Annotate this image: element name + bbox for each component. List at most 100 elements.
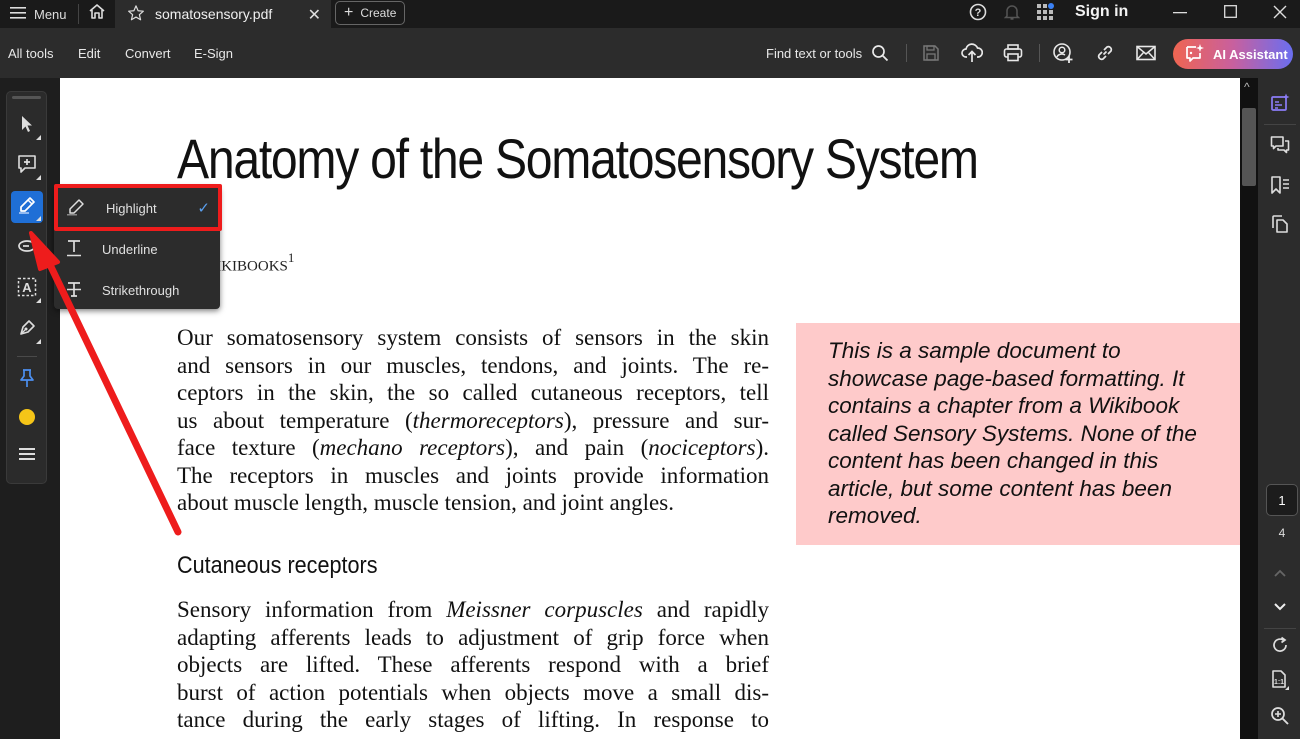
document-tab[interactable]: somatosensory.pdf ✕ [115, 0, 331, 28]
right-panel: 1 4 1:1 [1258, 78, 1300, 739]
find-text-button[interactable]: Find text or tools [766, 46, 862, 61]
menu-lines-icon [19, 447, 35, 466]
highlighter-pen-icon [17, 195, 37, 220]
notifications-button[interactable] [1000, 0, 1024, 28]
footnote-marker: 1 [287, 250, 295, 265]
close-icon [1273, 5, 1287, 24]
total-pages: 4 [1278, 526, 1286, 540]
hamburger-icon [10, 6, 26, 22]
text-line: tance during the early stages of lifting… [177, 707, 769, 732]
cursor-arrow-icon [19, 115, 35, 138]
paragraph-cutaneous: Sensory information from Meissner corpus… [177, 596, 769, 734]
menu-item-strikethrough[interactable]: Strikethrough [54, 270, 220, 310]
note-line: contains a chapter from a Wikibook [828, 393, 1180, 418]
document-title: Anatomy of the Somatosensory System [177, 127, 979, 190]
maximize-icon [1223, 5, 1237, 23]
maximize-button[interactable] [1210, 0, 1250, 28]
add-text-button[interactable]: A [11, 273, 43, 305]
previous-page-icon[interactable] [1269, 562, 1291, 584]
text-line: Sensory information from Meissner corpus… [177, 597, 770, 622]
plus-icon: + [344, 4, 354, 21]
text-line: The receptors in muscles and joints prov… [177, 462, 769, 488]
rotate-icon[interactable] [1269, 634, 1291, 656]
rail-drag-handle[interactable] [12, 96, 41, 99]
expand-corner-icon [36, 339, 41, 344]
section-heading: Cutaneous receptors [177, 552, 378, 579]
email-icon[interactable] [1135, 42, 1157, 64]
pages-thumbnails-icon[interactable] [1269, 213, 1291, 235]
create-button[interactable]: + Create [335, 1, 405, 25]
note-line: called Sensory Systems. None of the [828, 420, 1197, 446]
current-page-input[interactable]: 1 [1266, 484, 1298, 516]
divider [906, 44, 907, 62]
text-line: ceptors in the skin, the so called cutan… [177, 380, 769, 405]
svg-text:?: ? [975, 7, 982, 19]
close-tab-icon[interactable]: ✕ [308, 5, 321, 25]
link-icon[interactable] [1094, 42, 1116, 64]
color-picker-button[interactable] [11, 403, 43, 435]
svg-text:1:1: 1:1 [1274, 679, 1284, 686]
paragraph-intro: Our somatosensory system consists of sen… [177, 324, 769, 517]
scroll-up-icon[interactable]: ^ [1244, 80, 1250, 94]
divider [1039, 44, 1040, 62]
pin-toolbar-button[interactable] [11, 364, 43, 396]
save-icon[interactable] [920, 42, 942, 64]
text-line: about muscle length, muscle tension, and… [177, 490, 674, 515]
text-line: and sensors in our muscles, tendons, and… [177, 352, 769, 378]
divider [17, 356, 37, 357]
cloud-upload-icon[interactable] [961, 42, 983, 64]
draw-shape-button[interactable] [11, 232, 43, 264]
convert-menu[interactable]: Convert [125, 46, 171, 61]
notification-dot [1048, 2, 1054, 9]
svg-text:A: A [22, 280, 32, 295]
menu-item-underline[interactable]: Underline [54, 229, 220, 269]
comment-plus-icon [17, 154, 37, 179]
star-icon[interactable] [127, 4, 145, 25]
note-line: showcase page-based formatting. It [828, 365, 1185, 391]
note-line: This is a sample document to [828, 338, 1121, 363]
print-icon[interactable] [1002, 42, 1024, 64]
create-label: Create [360, 6, 397, 20]
pen-draw-icon [17, 318, 37, 343]
zoom-in-icon[interactable] [1269, 705, 1291, 727]
comments-icon[interactable] [1269, 134, 1291, 156]
apps-button[interactable] [1033, 0, 1057, 28]
add-comment-button[interactable] [11, 150, 43, 182]
close-window-button[interactable] [1260, 0, 1300, 28]
ai-summary-icon[interactable] [1269, 92, 1291, 114]
lasso-oval-icon [17, 238, 37, 259]
main-toolbar: All tools Edit Convert E-Sign Find text … [0, 28, 1300, 78]
tab-title: somatosensory.pdf [155, 6, 273, 22]
sign-in-button[interactable]: Sign in [1075, 3, 1128, 21]
menu-button[interactable]: Menu [0, 0, 78, 28]
expand-corner-icon [36, 216, 41, 221]
share-user-icon[interactable] [1052, 42, 1074, 64]
help-button[interactable]: ? [966, 0, 990, 28]
minimize-button[interactable] [1160, 0, 1200, 28]
minimize-icon [1173, 5, 1187, 24]
pdf-page: Anatomy of the Somatosensory System m Wi… [60, 78, 1240, 739]
divider [1264, 628, 1296, 629]
ai-assistant-button[interactable]: AI Assistant [1173, 39, 1293, 69]
draw-freehand-button[interactable] [11, 314, 43, 346]
next-page-icon[interactable] [1269, 596, 1291, 618]
bookmarks-icon[interactable] [1269, 174, 1291, 196]
text-line: objects are lifted. These afferents resp… [177, 652, 769, 677]
more-tools-button[interactable] [11, 440, 43, 472]
page-fit-icon[interactable]: 1:1 [1269, 669, 1291, 691]
divider [1264, 124, 1296, 125]
all-tools-menu[interactable]: All tools [8, 46, 54, 61]
home-button[interactable] [80, 0, 114, 28]
scrollbar-thumb[interactable] [1242, 108, 1256, 186]
edit-menu[interactable]: Edit [78, 46, 100, 61]
esign-menu[interactable]: E-Sign [194, 46, 233, 61]
bell-icon [1003, 3, 1021, 26]
highlight-tool-button[interactable] [11, 191, 43, 223]
search-icon[interactable] [869, 42, 891, 64]
underline-T-icon [66, 239, 82, 260]
title-bar: Menu somatosensory.pdf ✕ + Create ? Sign… [0, 0, 1300, 28]
quick-tools-rail: A [6, 91, 47, 484]
vertical-scrollbar[interactable]: ^ [1240, 78, 1258, 739]
text-line: adapting afferents leads to adjustment o… [177, 624, 769, 650]
select-tool-button[interactable] [11, 110, 43, 142]
